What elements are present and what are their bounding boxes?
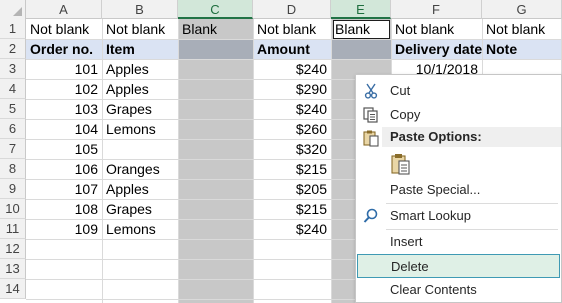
order-cell[interactable]: 104 xyxy=(26,119,102,139)
header-row-band xyxy=(178,40,253,60)
menu-item-smart-lookup-label: Smart Lookup xyxy=(390,208,471,223)
row-header[interactable]: 13 xyxy=(0,259,26,279)
order-cell[interactable]: 107 xyxy=(26,179,102,199)
order-cell[interactable]: 105 xyxy=(26,139,102,159)
amount-cell[interactable]: $215 xyxy=(253,159,331,179)
row-header[interactable]: 11 xyxy=(0,219,26,239)
paste-option-button[interactable] xyxy=(390,152,412,176)
menu-item-insert[interactable]: Insert xyxy=(356,230,561,254)
amount-cell[interactable]: $240 xyxy=(253,219,331,239)
row-header[interactable]: 1 xyxy=(0,19,26,39)
row-header[interactable]: 3 xyxy=(0,59,26,79)
order-cell[interactable]: 101 xyxy=(26,59,102,79)
menu-item-delete[interactable]: Delete xyxy=(357,254,560,278)
cell-a1[interactable]: Not blank xyxy=(26,19,102,39)
menu-item-delete-label: Delete xyxy=(391,259,429,274)
copy-icon xyxy=(362,106,380,124)
row-header[interactable]: 14 xyxy=(0,279,26,299)
cell-c1[interactable]: Blank xyxy=(178,19,253,39)
column-header-b[interactable]: B xyxy=(102,0,178,19)
cell-a2[interactable]: Order no. xyxy=(26,39,102,59)
item-cell[interactable]: Apples xyxy=(102,179,178,199)
menu-item-paste-special-label: Paste Special... xyxy=(390,182,481,197)
order-cell[interactable]: 108 xyxy=(26,199,102,219)
menu-item-cut[interactable]: Cut xyxy=(356,79,561,103)
menu-item-insert-label: Insert xyxy=(390,234,423,249)
cell-f1[interactable]: Not blank xyxy=(391,19,482,39)
menu-item-clear-contents[interactable]: Clear Contents xyxy=(356,278,561,302)
row-header[interactable]: 5 xyxy=(0,99,26,119)
row-header[interactable]: 8 xyxy=(0,159,26,179)
cell-d2[interactable]: Amount xyxy=(253,39,331,59)
column-header-f[interactable]: F xyxy=(391,0,482,19)
item-cell[interactable]: Grapes xyxy=(102,99,178,119)
clipboard-icon xyxy=(362,129,380,147)
context-menu: Cut Copy Paste Options: Paste Special...… xyxy=(355,74,562,303)
item-cell[interactable]: Apples xyxy=(102,59,178,79)
amount-cell[interactable]: $215 xyxy=(253,199,331,219)
header-row-band xyxy=(331,40,391,60)
row-header[interactable]: 7 xyxy=(0,139,26,159)
item-cell[interactable]: Oranges xyxy=(102,159,178,179)
column-c-selection[interactable] xyxy=(178,19,253,303)
item-cell[interactable]: Lemons xyxy=(102,119,178,139)
item-cell[interactable]: Lemons xyxy=(102,219,178,239)
column-header-e[interactable]: E xyxy=(331,0,391,19)
menu-item-cut-label: Cut xyxy=(390,83,411,98)
row-header[interactable]: 12 xyxy=(0,239,26,259)
select-all-button[interactable] xyxy=(0,0,26,19)
cell-d1[interactable]: Not blank xyxy=(253,19,331,39)
row-header[interactable]: 6 xyxy=(0,119,26,139)
order-cell[interactable]: 109 xyxy=(26,219,102,239)
paste-options-heading: Paste Options: xyxy=(382,127,561,147)
cell-e1[interactable]: Blank xyxy=(331,19,391,39)
item-cell[interactable] xyxy=(102,139,178,159)
menu-item-copy[interactable]: Copy xyxy=(356,103,561,127)
gridline xyxy=(178,19,179,303)
amount-cell[interactable]: $240 xyxy=(253,99,331,119)
item-cell[interactable]: Apples xyxy=(102,79,178,99)
amount-cell[interactable]: $205 xyxy=(253,179,331,199)
column-header-d[interactable]: D xyxy=(253,0,331,19)
scissors-icon xyxy=(362,82,380,100)
row-header[interactable]: 2 xyxy=(0,39,26,59)
column-header-g[interactable]: G xyxy=(482,0,562,19)
menu-item-clear-contents-label: Clear Contents xyxy=(390,282,477,297)
amount-cell[interactable]: $290 xyxy=(253,79,331,99)
cell-b2[interactable]: Item xyxy=(102,39,178,59)
column-header-c[interactable]: C xyxy=(178,0,253,19)
order-cell[interactable]: 102 xyxy=(26,79,102,99)
cell-g2[interactable]: Note xyxy=(482,39,562,59)
amount-cell[interactable]: $260 xyxy=(253,119,331,139)
row-header[interactable]: 10 xyxy=(0,199,26,219)
amount-cell[interactable]: $240 xyxy=(253,59,331,79)
menu-item-paste-special[interactable]: Paste Special... xyxy=(356,178,561,202)
search-icon xyxy=(362,207,380,225)
order-cell[interactable]: 106 xyxy=(26,159,102,179)
row-header[interactable]: 9 xyxy=(0,179,26,199)
cell-f2[interactable]: Delivery date xyxy=(391,39,482,59)
menu-item-copy-label: Copy xyxy=(390,107,421,122)
order-cell[interactable]: 103 xyxy=(26,99,102,119)
row-header[interactable]: 4 xyxy=(0,79,26,99)
item-cell[interactable]: Grapes xyxy=(102,199,178,219)
gridline xyxy=(331,19,332,303)
cell-b1[interactable]: Not blank xyxy=(102,19,178,39)
cell-g1[interactable]: Not blank xyxy=(482,19,562,39)
menu-item-smart-lookup[interactable]: Smart Lookup xyxy=(356,204,561,228)
column-header-a[interactable]: A xyxy=(26,0,102,19)
amount-cell[interactable]: $320 xyxy=(253,139,331,159)
